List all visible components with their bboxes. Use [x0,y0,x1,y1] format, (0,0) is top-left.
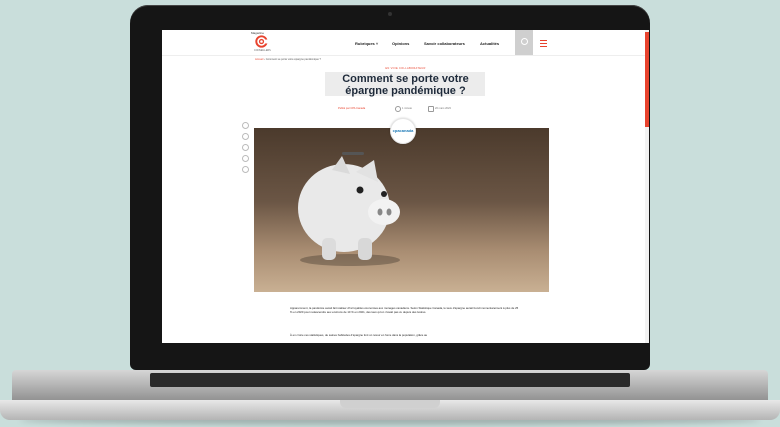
breadcrumb-home[interactable]: Accueil [255,58,263,61]
clock-icon [395,106,401,112]
search-button[interactable] [515,30,533,55]
nav-savoir-collaborateurs[interactable]: Savoir collaborateurs [424,41,465,46]
nav-rubriques[interactable]: Rubriques ˅ [355,41,378,46]
laptop-notch [340,400,440,408]
article-read-time: 1 minute [402,107,412,110]
article-category[interactable]: EN VOIE COLLABORATEUR [162,67,649,70]
browser-screen: Magazine CONSEILLERS Rubriques ˅ Opinion… [162,30,649,343]
share-print-icon[interactable] [242,166,249,173]
search-icon [521,38,528,45]
camera-dot [388,12,392,16]
share-linkedin-icon[interactable] [242,144,249,151]
article-title: Comment se porte votre épargne pandémiqu… [162,73,649,97]
title-line-1: Comment se porte votre [342,73,469,85]
breadcrumb: Accueil › Comment se porte votre épargne… [255,58,321,61]
nav-opinions[interactable]: Opinions [392,41,409,46]
breadcrumb-current: Comment se porte votre épargne pandémiqu… [265,58,321,61]
article-author: Publié par CPA Canada [338,107,366,110]
sponsor-logo: cpacanada [392,128,414,133]
site-header: Magazine CONSEILLERS Rubriques ˅ Opinion… [162,30,645,56]
share-twitter-icon[interactable] [242,133,249,140]
site-logo[interactable] [255,35,268,48]
share-facebook-icon[interactable] [242,122,249,129]
hamburger-menu-icon[interactable] [540,40,547,47]
share-email-icon[interactable] [242,155,249,162]
laptop-keyboard [150,373,630,387]
calendar-icon [428,106,434,112]
nav-actualites[interactable]: Actualités [480,41,499,46]
scrollbar-thumb[interactable] [645,32,649,127]
logo-subtitle: CONSEILLERS [254,49,271,52]
hero-image [254,128,549,292]
article-date: 20 mars 2023 [435,107,451,110]
piggy-bank-illustration [298,152,400,266]
title-line-2: épargne pandémique ? [345,85,466,97]
sponsor-badge[interactable]: cpacanada [390,118,416,144]
article-paragraph-2: À en croire ces statistiques, de saines … [290,333,428,337]
article-paragraph-1: Apparemment, la pandémie aurait fait réa… [290,306,519,315]
scrollbar[interactable] [645,30,649,343]
